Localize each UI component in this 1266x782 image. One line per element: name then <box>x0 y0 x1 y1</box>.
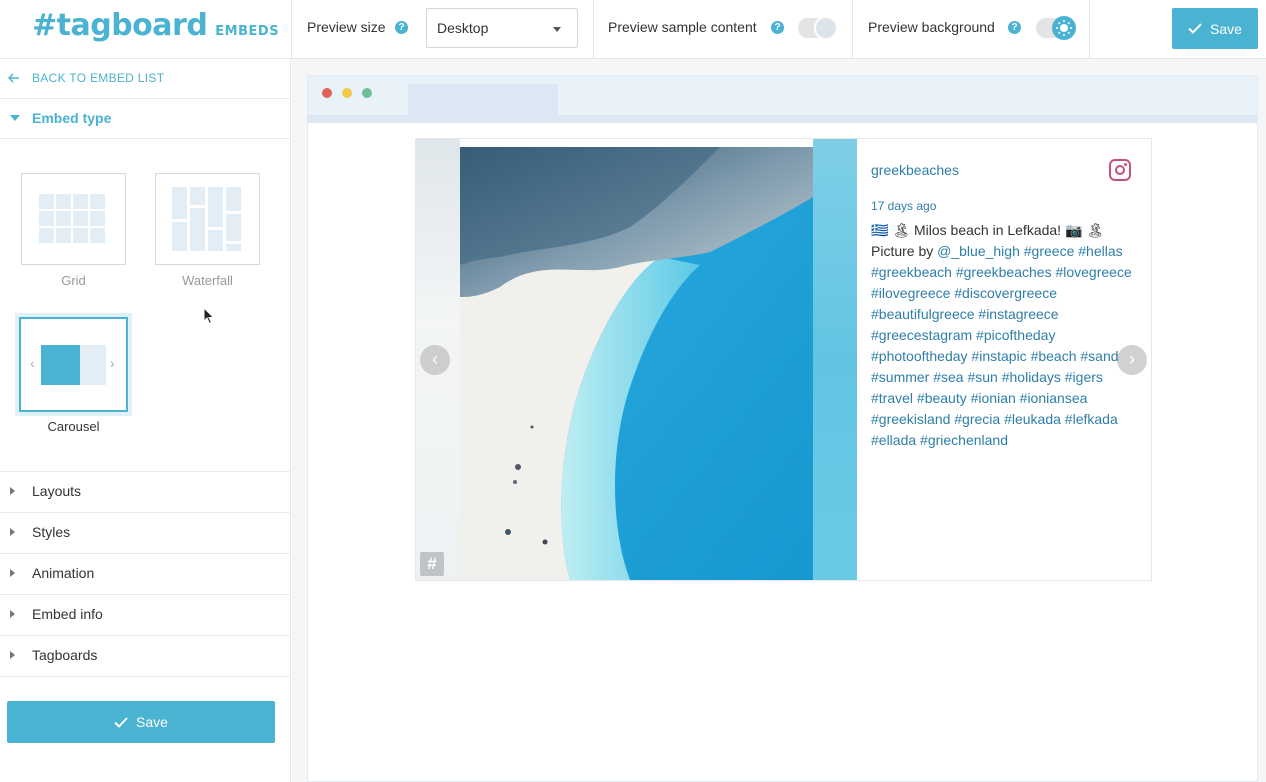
help-icon[interactable]: ? <box>771 21 784 34</box>
post-caption: 🇬🇷 🏝 Milos beach in Lefkada! 📷 🏝 <box>871 222 1105 238</box>
section-label: Tagboards <box>32 647 98 663</box>
check-icon <box>1188 23 1202 34</box>
arrow-left-icon <box>8 73 19 83</box>
logo-text: #tagboard <box>32 8 208 43</box>
chevron-left-icon: ‹ <box>30 355 35 371</box>
back-to-embed-list-link[interactable]: BACK TO EMBED LIST <box>8 71 164 85</box>
section-label: Layouts <box>32 483 82 499</box>
preview-background-label: Preview background <box>868 19 995 35</box>
preview-size-label: Preview size <box>307 19 386 35</box>
divider <box>1089 0 1090 58</box>
save-button[interactable]: Save <box>1172 8 1258 49</box>
divider <box>852 0 853 58</box>
embed-type-waterfall[interactable] <box>155 173 260 265</box>
preview-size-select[interactable]: Desktop <box>426 8 578 48</box>
close-dot-icon <box>322 88 332 98</box>
save-label: Save <box>136 714 168 730</box>
post-text: 🇬🇷 🏝 Milos beach in Lefkada! 📷 🏝 Picture… <box>871 220 1146 451</box>
caret-right-icon <box>10 610 15 618</box>
sample-content-toggle[interactable] <box>798 16 838 40</box>
top-bar: #tagboard EMBEDS Preview size ? Desktop … <box>0 0 1266 59</box>
embed-type-carousel[interactable]: ‹ › <box>19 317 128 412</box>
back-label: BACK TO EMBED LIST <box>32 71 165 85</box>
instagram-icon[interactable] <box>1109 159 1131 181</box>
save-label: Save <box>1210 20 1242 37</box>
post-author-handle[interactable]: greekbeaches <box>871 162 959 178</box>
preview-size-value: Desktop <box>437 20 489 36</box>
post-mention[interactable]: @_blue_high <box>937 243 1020 259</box>
help-icon[interactable]: ? <box>395 21 408 34</box>
logo-subtitle: EMBEDS <box>215 24 280 39</box>
section-embed-type[interactable]: Embed type <box>0 98 290 138</box>
embed-type-grid-label: Grid <box>61 273 86 288</box>
section-animation[interactable]: Animation <box>0 553 290 593</box>
help-icon[interactable]: ? <box>1008 21 1021 34</box>
caret-down-icon <box>553 27 561 32</box>
sidebar: BACK TO EMBED LIST Embed type Grid Water… <box>0 59 291 782</box>
embed-type-carousel-label: Carousel <box>47 419 100 434</box>
sun-icon <box>1052 16 1076 40</box>
section-tagboards[interactable]: Tagboards <box>0 635 290 675</box>
post-timestamp[interactable]: 17 days ago <box>871 199 936 213</box>
lock-icon <box>814 16 838 40</box>
preview-background-toggle[interactable] <box>1036 16 1076 40</box>
picture-by-label: Picture by <box>871 243 934 259</box>
hashtag-icon: # <box>420 552 444 576</box>
browser-tab <box>408 84 558 115</box>
post-photo <box>460 147 813 580</box>
caret-right-icon <box>10 528 15 536</box>
embed-type-waterfall-label: Waterfall <box>182 273 233 288</box>
preview-area: # ‹ › greekbeaches 17 days ago 🇬🇷 🏝 Milo… <box>292 59 1266 782</box>
tagboard-logo[interactable]: #tagboard EMBEDS <box>32 8 279 48</box>
browser-bar <box>308 76 1257 123</box>
browser-stripe <box>308 115 1257 123</box>
section-label: Styles <box>32 524 71 540</box>
sample-content-label: Preview sample content <box>608 19 757 35</box>
carousel-prev-button[interactable]: ‹ <box>420 345 450 375</box>
minimize-dot-icon <box>342 88 352 98</box>
caret-down-icon <box>10 115 20 121</box>
divider <box>0 138 290 139</box>
next-slide-peek <box>813 139 857 580</box>
caret-right-icon <box>10 569 15 577</box>
caret-right-icon <box>10 487 15 495</box>
maximize-dot-icon <box>362 88 372 98</box>
section-styles[interactable]: Styles <box>0 512 290 552</box>
embed-type-grid[interactable] <box>21 173 126 265</box>
carousel-post-card[interactable]: # ‹ › greekbeaches 17 days ago 🇬🇷 🏝 Milo… <box>415 138 1152 581</box>
mouse-cursor-icon <box>203 307 215 325</box>
carousel-preview-next <box>80 345 106 385</box>
section-label: Embed info <box>32 606 103 622</box>
divider <box>0 676 290 677</box>
sidebar-save-button[interactable]: Save <box>7 701 275 743</box>
post-media[interactable]: # ‹ <box>416 139 857 580</box>
carousel-preview-slide <box>41 345 80 385</box>
section-label: Embed type <box>32 110 112 126</box>
divider <box>593 0 594 58</box>
browser-frame: # ‹ › greekbeaches 17 days ago 🇬🇷 🏝 Milo… <box>307 75 1258 782</box>
section-embed-info[interactable]: Embed info <box>0 594 290 634</box>
divider <box>291 0 292 58</box>
chevron-right-icon: › <box>110 355 115 371</box>
post-hashtags[interactable]: #greekbeach #greekbeaches #lovegreece #i… <box>871 264 1132 448</box>
section-label: Animation <box>32 565 95 581</box>
check-icon <box>114 716 128 728</box>
post-hashtags-line1[interactable]: #greece #hellas <box>1024 243 1123 259</box>
section-layouts[interactable]: Layouts <box>0 471 290 511</box>
caret-right-icon <box>10 651 15 659</box>
